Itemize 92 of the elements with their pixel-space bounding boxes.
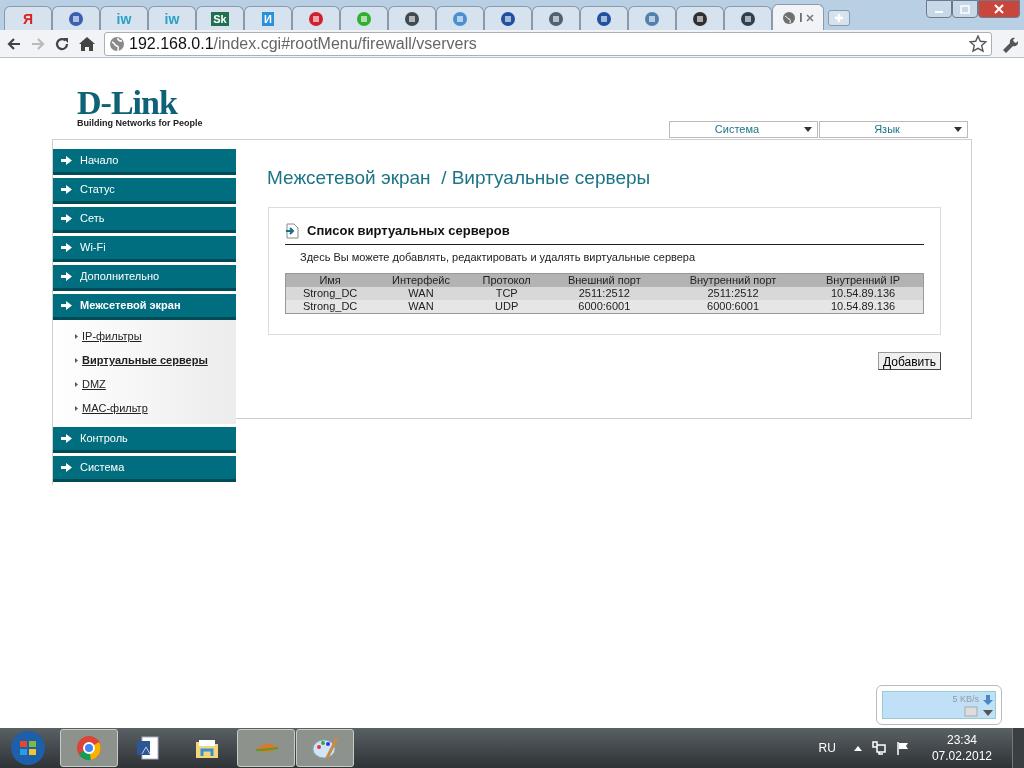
document-icon [134,734,162,762]
browser-tab[interactable] [484,6,532,30]
new-tab-button[interactable] [828,10,850,26]
reload-icon[interactable] [54,35,70,52]
sidebar-menu-item[interactable]: Начало [53,149,236,175]
dropdown[interactable]: Система [669,121,818,138]
submenu-link[interactable]: IP-фильтры [82,327,142,345]
sidebar-menu-item[interactable]: Система [53,456,236,482]
browser-tab[interactable] [724,6,772,30]
arrow-icon [61,214,72,223]
caret-icon[interactable] [983,709,993,716]
tab-title: I [799,9,803,27]
favicon-icon: И [262,11,274,26]
column-header: Интерфейс [374,273,468,287]
table-cell: WAN [374,287,468,300]
chrome-icon [75,734,103,762]
browser-tab[interactable]: Я [4,6,52,30]
show-hidden-icons-icon[interactable] [853,745,862,751]
column-header: Имя [285,273,375,287]
column-header: Протокол [467,273,546,287]
submenu-link[interactable]: Виртуальные серверы [82,351,208,369]
bullet-icon [75,357,78,363]
sidebar-menu-item[interactable]: Межсетевой экран [53,294,236,320]
close-icon[interactable] [805,13,814,22]
clock-date[interactable]: 07.02.2012 [931,748,992,764]
download-arrow-icon [983,694,993,705]
globe-icon [109,35,125,52]
arrow-icon [61,243,72,252]
network-icon[interactable] [871,741,886,755]
table-cell: 6000:6001 [663,300,803,314]
arrow-icon [61,463,72,472]
favicon-icon: iw [116,11,132,26]
bookmark-star-icon[interactable] [969,34,987,53]
page-title: Межсетевой экран / Виртуальные серверы [267,166,651,190]
browser-tab[interactable] [676,6,724,30]
browser-tab[interactable]: Sk [196,6,244,30]
computer-icon [963,706,979,718]
favicon-icon: Я [22,11,34,26]
bullet-icon [75,333,78,339]
table-cell: 2511:2512 [663,287,803,300]
table-cell: Strong_DC [285,300,375,314]
caret-icon [954,127,962,132]
flag-icon[interactable] [895,741,910,755]
add-button[interactable]: Добавить [878,352,942,370]
section-title: Список виртуальных серверов [307,222,510,240]
close-button[interactable] [978,0,1020,18]
favicon-icon: Sk [211,11,229,26]
browser-tab[interactable] [388,6,436,30]
speed-text: 5 KB/s [952,693,979,706]
submenu-link[interactable]: MAC-фильтр [82,399,148,417]
browser-tab[interactable] [532,6,580,30]
browser-tab[interactable]: I [772,4,824,30]
caret-icon [804,127,812,132]
browser-tab[interactable] [52,6,100,30]
clock-time[interactable]: 23:34 [946,732,977,748]
arrow-icon [61,156,72,165]
submenu-link[interactable]: DMZ [82,375,106,393]
arrow-icon [61,301,72,310]
home-icon[interactable] [78,35,96,52]
table-cell: 10.54.89.136 [803,287,924,300]
arrow-icon [61,272,72,281]
table-cell: 2511:2512 [545,287,664,300]
sidebar-menu-item[interactable]: Сеть [53,207,236,233]
start-button[interactable] [8,729,48,767]
bullet-icon [75,405,78,411]
table-cell: 10.54.89.136 [803,300,924,314]
column-header: Внутренний IP [803,273,924,287]
column-header: Внутренний порт [663,273,803,287]
show-desktop-button[interactable] [1012,728,1024,768]
table-cell: UDP [467,300,546,314]
table-cell: 6000:6001 [545,300,664,314]
dropdown[interactable]: Язык [819,121,968,138]
column-header: Внешний порт [545,273,664,287]
arrow-icon [61,185,72,194]
sidebar-menu-item[interactable]: Контроль [53,427,236,453]
table-cell: WAN [374,300,468,314]
document-arrow-icon [285,222,299,239]
address-field[interactable]: 192.168.0.1/index.cgi#rootMenu/firewall/vservers [104,31,992,56]
sidebar-menu-item[interactable]: Статус [53,178,236,204]
favicon-icon: iw [164,11,180,26]
browser-tab[interactable]: И [244,6,292,30]
sidebar-menu-item[interactable]: Дополнительно [53,265,236,291]
table-cell: Strong_DC [285,287,375,300]
language-indicator[interactable]: RU [818,739,836,757]
back-icon[interactable] [6,35,22,52]
browser-tab[interactable] [580,6,628,30]
table-cell: TCP [467,287,546,300]
arrow-icon [61,434,72,443]
sidebar-menu-item[interactable]: Wi-Fi [53,236,236,262]
d-link-logo: D-Link Building Networks for People [77,88,203,128]
section-description: Здесь Вы можете добавлять, редактировать и удалять виртуальные сервера [300,249,697,265]
bullet-icon [75,381,78,387]
